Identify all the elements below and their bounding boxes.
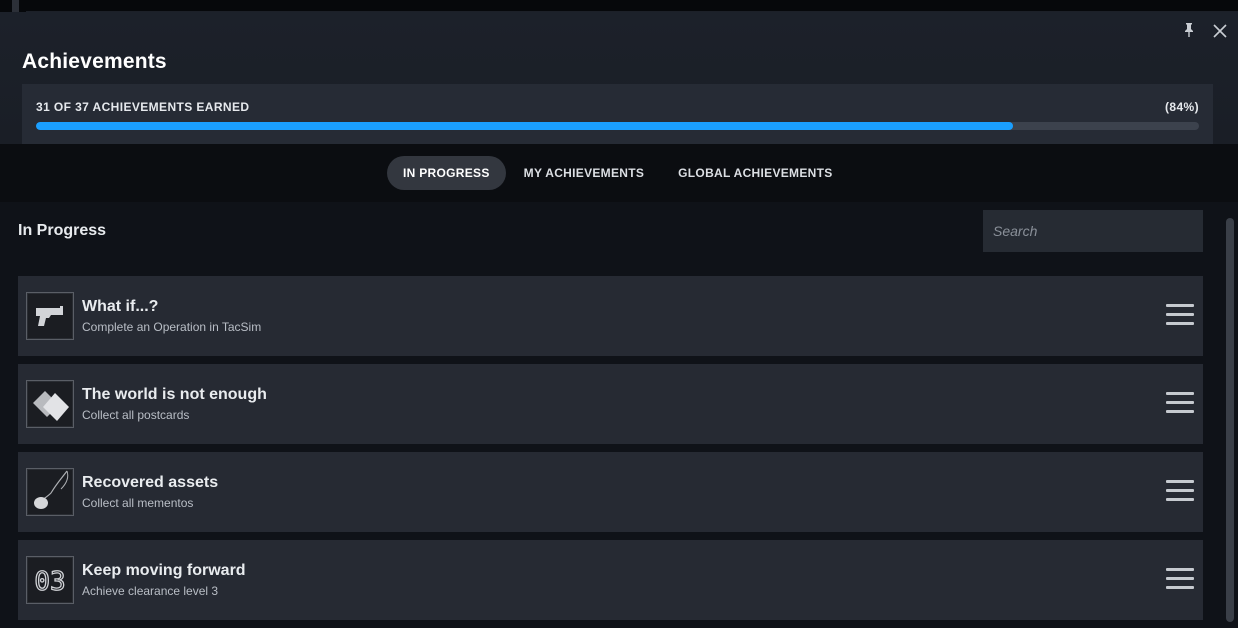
progress-percent: (84%) xyxy=(1164,100,1199,114)
progress-label: 31 OF 37 ACHIEVEMENTS EARNED xyxy=(36,100,250,114)
tab-global-achievements[interactable]: GLOBAL ACHIEVEMENTS xyxy=(662,156,848,190)
progress-bar xyxy=(36,122,1199,130)
achievement-description: Complete an Operation in TacSim xyxy=(82,320,262,334)
achievement-name: The world is not enough xyxy=(82,386,267,403)
pistol-icon xyxy=(26,292,74,340)
achievement-row[interactable]: 03 Keep moving forward Achieve clearance… xyxy=(18,540,1203,620)
tab-in-progress[interactable]: IN PROGRESS xyxy=(387,156,506,190)
top-strip-notch xyxy=(12,0,19,12)
top-strip xyxy=(0,0,1238,12)
clearance-03-icon: 03 xyxy=(26,556,74,604)
achievement-description: Collect all mementos xyxy=(82,496,194,510)
tabs: IN PROGRESS MY ACHIEVEMENTS GLOBAL ACHIE… xyxy=(387,156,851,190)
progress-bar-fill xyxy=(36,122,1013,130)
scrollbar[interactable] xyxy=(1226,218,1234,622)
search-input[interactable] xyxy=(983,210,1203,252)
header: Achievements 31 OF 37 ACHIEVEMENTS EARNE… xyxy=(0,12,1238,144)
page-title: Achievements xyxy=(22,50,167,73)
menu-icon[interactable] xyxy=(1166,304,1194,328)
pendant-icon xyxy=(26,468,74,516)
achievement-list: What if...? Complete an Operation in Tac… xyxy=(18,276,1203,628)
achievement-description: Achieve clearance level 3 xyxy=(82,584,219,598)
close-icon[interactable] xyxy=(1211,22,1229,40)
progress-summary: 31 OF 37 ACHIEVEMENTS EARNED (84%) xyxy=(22,84,1213,144)
achievement-name: Keep moving forward xyxy=(82,562,246,579)
achievement-name: Recovered assets xyxy=(82,474,219,491)
achievement-row[interactable]: What if...? Complete an Operation in Tac… xyxy=(18,276,1203,356)
menu-icon[interactable] xyxy=(1166,392,1194,416)
pin-icon[interactable] xyxy=(1180,21,1198,39)
menu-icon[interactable] xyxy=(1166,568,1194,592)
achievement-row[interactable]: Recovered assets Collect all mementos xyxy=(18,452,1203,532)
tab-bar: IN PROGRESS MY ACHIEVEMENTS GLOBAL ACHIE… xyxy=(0,144,1238,202)
postcards-icon xyxy=(26,380,74,428)
menu-icon[interactable] xyxy=(1166,480,1194,504)
clearance-level-text: 03 xyxy=(34,567,65,597)
section-title: In Progress xyxy=(18,222,107,239)
achievement-description: Collect all postcards xyxy=(82,408,190,422)
achievements-window: Achievements 31 OF 37 ACHIEVEMENTS EARNE… xyxy=(0,12,1238,622)
achievement-name: What if...? xyxy=(82,298,159,315)
tab-my-achievements[interactable]: MY ACHIEVEMENTS xyxy=(508,156,661,190)
content-area: In Progress What if...? Complete an Oper… xyxy=(0,202,1238,622)
achievement-row[interactable]: The world is not enough Collect all post… xyxy=(18,364,1203,444)
